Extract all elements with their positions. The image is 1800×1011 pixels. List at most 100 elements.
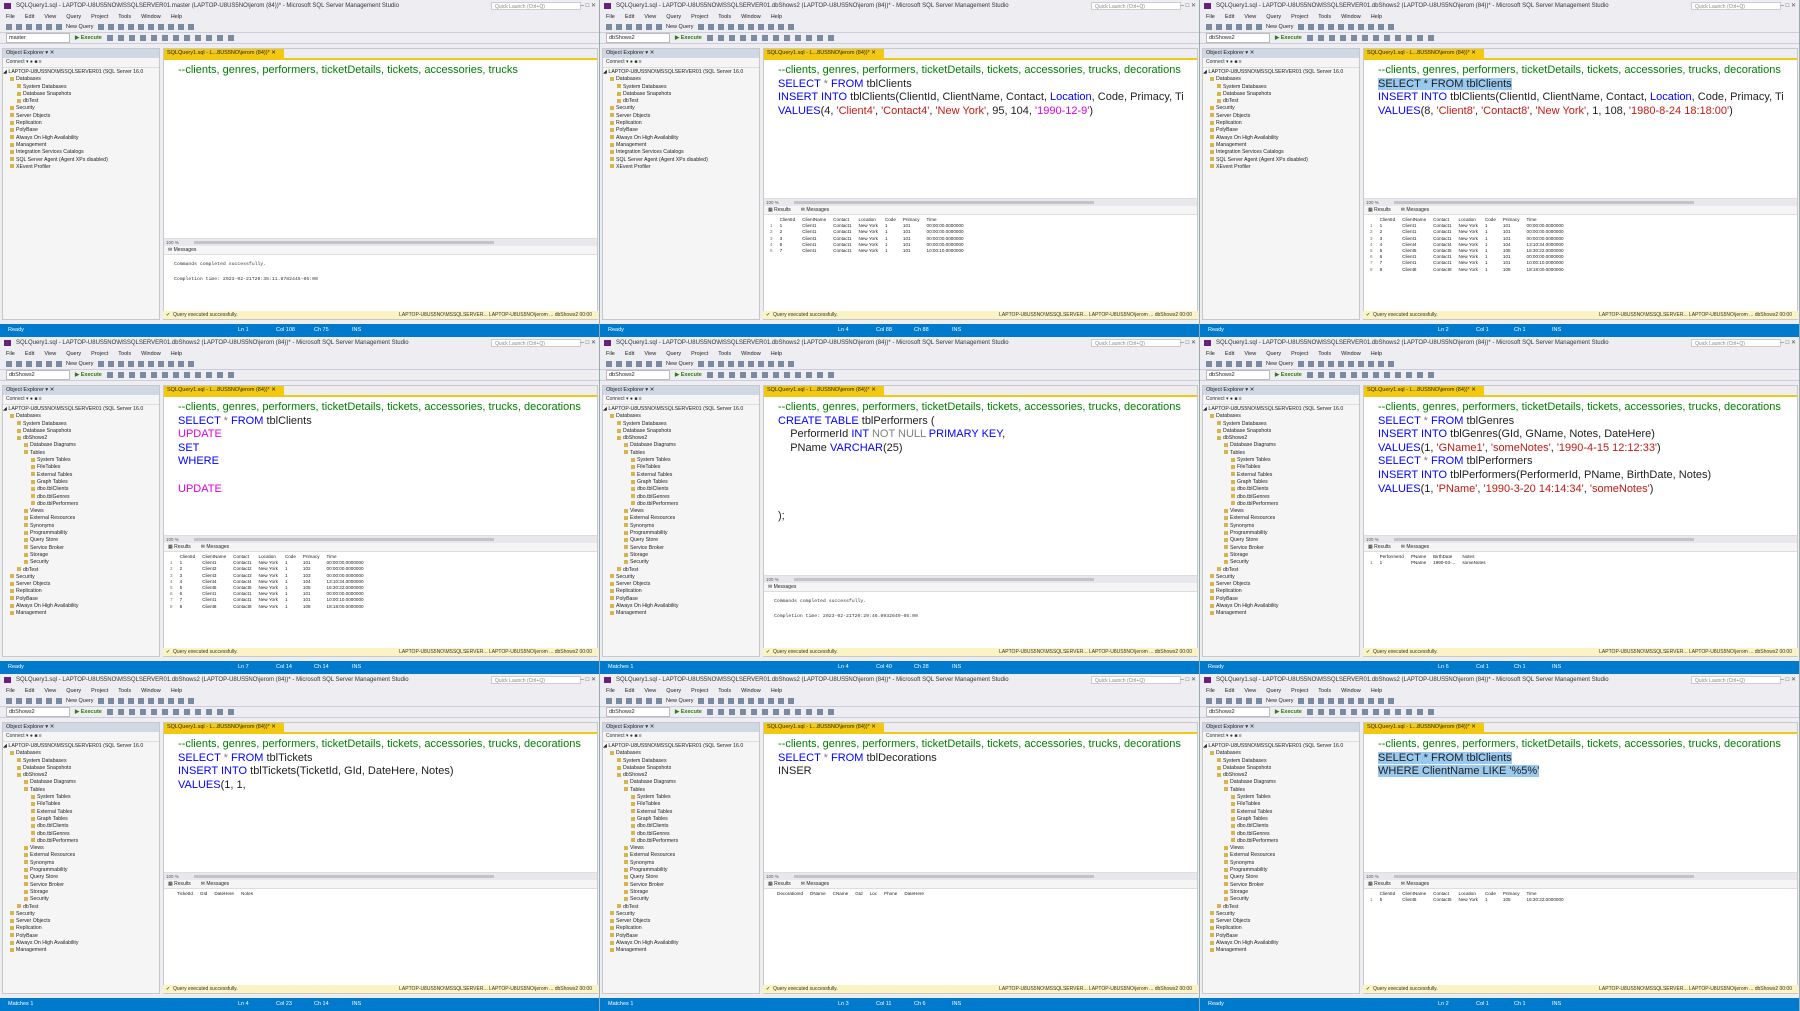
window-controls[interactable]: – □ ✕ xyxy=(1781,676,1796,683)
tree-node[interactable]: PolyBase xyxy=(603,933,759,940)
toolbar-icon[interactable] xyxy=(183,372,190,378)
toolbar-icon[interactable] xyxy=(147,24,154,30)
tree-node[interactable]: Security xyxy=(3,574,159,581)
menu-item-file[interactable]: File xyxy=(6,686,15,696)
toolbar-icon[interactable] xyxy=(194,372,201,378)
toolbar-icon[interactable] xyxy=(805,372,812,378)
toolbar-icon[interactable] xyxy=(1317,24,1324,30)
toolbar-icon[interactable] xyxy=(757,24,764,30)
tree-node[interactable]: Security xyxy=(1203,574,1359,581)
toolbar-icon[interactable] xyxy=(36,24,42,30)
tree-node[interactable]: System Tables xyxy=(1203,457,1359,464)
toolbar-icon[interactable] xyxy=(1306,372,1313,378)
tree-node[interactable]: System Databases xyxy=(1203,421,1359,428)
toolbar-icon[interactable] xyxy=(772,372,779,378)
toolbar-icon[interactable] xyxy=(128,372,135,378)
tree-node[interactable]: PolyBase xyxy=(3,596,159,603)
toolbar-icon[interactable] xyxy=(757,698,764,704)
menu-item-project[interactable]: Project xyxy=(691,12,708,22)
toolbar-icon[interactable] xyxy=(616,698,622,704)
tree-node[interactable]: Security xyxy=(1203,896,1359,903)
database-selector[interactable]: dbShows2 xyxy=(606,33,670,43)
tree-node[interactable]: Management xyxy=(603,142,759,149)
toolbar-icon[interactable] xyxy=(1328,372,1335,378)
tree-node[interactable]: Management xyxy=(1203,142,1359,149)
toolbar-icon[interactable] xyxy=(1377,361,1384,367)
messages-tab[interactable]: ✉ Messages xyxy=(1401,543,1429,551)
menu-item-query[interactable]: Query xyxy=(66,349,81,359)
toolbar-icon[interactable] xyxy=(606,698,612,704)
tree-node[interactable]: Replication xyxy=(1203,588,1359,595)
column-header[interactable]: CName xyxy=(831,891,854,897)
toolbar-icon[interactable] xyxy=(1216,361,1222,367)
menu-item-view[interactable]: View xyxy=(1244,12,1256,22)
tree-node[interactable]: Programmability xyxy=(1203,530,1359,537)
toolbar-icon[interactable] xyxy=(183,35,190,41)
toolbar-icon[interactable] xyxy=(626,698,632,704)
menu-item-tools[interactable]: Tools xyxy=(1318,686,1331,696)
tree-node[interactable]: Storage xyxy=(3,889,159,896)
tree-node[interactable]: dbo.tblGenres xyxy=(1203,494,1359,501)
tree-node[interactable]: Query Store xyxy=(603,537,759,544)
scrollbar-thumb[interactable] xyxy=(794,578,1094,581)
tree-node[interactable]: Databases xyxy=(1203,413,1359,420)
toolbar-icon[interactable] xyxy=(761,372,768,378)
tree-node[interactable]: dbTest xyxy=(1203,98,1359,105)
execute-button[interactable]: ▶ Execute xyxy=(75,707,102,718)
tree-node[interactable]: dbTest xyxy=(3,98,159,105)
document-tab-sqlquery1[interactable]: SQLQuery1.sql - L...8US5NO\jerom (84))* … xyxy=(764,49,884,58)
toolbar-icon[interactable] xyxy=(728,709,735,715)
window-controls[interactable]: – □ ✕ xyxy=(581,676,596,683)
tree-node[interactable]: Database Diagrams xyxy=(3,779,159,786)
toolbar-icon[interactable] xyxy=(805,35,812,41)
menu-item-help[interactable]: Help xyxy=(1371,686,1382,696)
tree-node[interactable]: Replication xyxy=(1203,925,1359,932)
tree-node[interactable]: PolyBase xyxy=(1203,596,1359,603)
tree-node[interactable]: dbo.tblGenres xyxy=(603,494,759,501)
tree-node[interactable]: Database Diagrams xyxy=(3,442,159,449)
tree-node[interactable]: SQL Server Agent (Agent XPs disabled) xyxy=(3,157,159,164)
execute-button[interactable]: ▶ Execute xyxy=(75,33,102,44)
horizontal-scrollbar[interactable]: 100 % xyxy=(164,872,597,880)
horizontal-scrollbar[interactable]: 100 % xyxy=(1364,535,1797,543)
toolbar-icon[interactable] xyxy=(137,24,144,30)
toolbar-icon[interactable] xyxy=(1306,709,1313,715)
messages-tab[interactable]: ✉ Messages xyxy=(1401,880,1429,888)
toolbar-icon[interactable] xyxy=(1361,709,1368,715)
toolbar-icon[interactable] xyxy=(1377,698,1384,704)
document-tab-sqlquery1[interactable]: SQLQuery1.sql - L...8US5NO\jerom (84))* … xyxy=(164,723,284,732)
toolbar-icon[interactable] xyxy=(747,24,754,30)
toolbar-icon[interactable] xyxy=(137,698,144,704)
tree-node[interactable]: System Databases xyxy=(603,421,759,428)
menu-item-view[interactable]: View xyxy=(1244,686,1256,696)
tree-node[interactable]: System Databases xyxy=(1203,758,1359,765)
menu-item-view[interactable]: View xyxy=(44,12,56,22)
toolbar-icon[interactable] xyxy=(1327,698,1334,704)
toolbar-icon[interactable] xyxy=(177,361,184,367)
tree-node[interactable]: Databases xyxy=(603,413,759,420)
tree-node[interactable]: dbo.tblPerformers xyxy=(603,501,759,508)
tree-node[interactable]: External Tables xyxy=(1203,472,1359,479)
toolbar-icon[interactable] xyxy=(1236,361,1242,367)
toolbar-icon[interactable] xyxy=(1337,698,1344,704)
toolbar-icon[interactable] xyxy=(1350,372,1357,378)
execute-button[interactable]: ▶ Execute xyxy=(675,707,702,718)
tree-node[interactable]: Programmability xyxy=(603,530,759,537)
tree-node[interactable]: Programmability xyxy=(3,530,159,537)
tree-node[interactable]: Graph Tables xyxy=(603,479,759,486)
toolbar-icon[interactable] xyxy=(1405,709,1412,715)
tree-node[interactable]: Security xyxy=(603,574,759,581)
tree-node[interactable]: Synonyms xyxy=(1203,860,1359,867)
toolbar-icon[interactable] xyxy=(636,24,642,30)
menu-item-window[interactable]: Window xyxy=(741,349,761,359)
tree-node[interactable]: Security xyxy=(3,911,159,918)
menu-item-view[interactable]: View xyxy=(1244,349,1256,359)
tree-node[interactable]: Views xyxy=(1203,845,1359,852)
tree-node[interactable]: Management xyxy=(603,947,759,954)
toolbar-icon[interactable] xyxy=(187,24,194,30)
menu-item-file[interactable]: File xyxy=(6,12,15,22)
toolbar-icon[interactable] xyxy=(117,361,124,367)
tree-node[interactable]: dbTest xyxy=(1203,904,1359,911)
tree-node[interactable]: Synonyms xyxy=(3,860,159,867)
quick-launch-input[interactable]: Quick Launch (Ctrl+Q) xyxy=(1091,339,1181,347)
